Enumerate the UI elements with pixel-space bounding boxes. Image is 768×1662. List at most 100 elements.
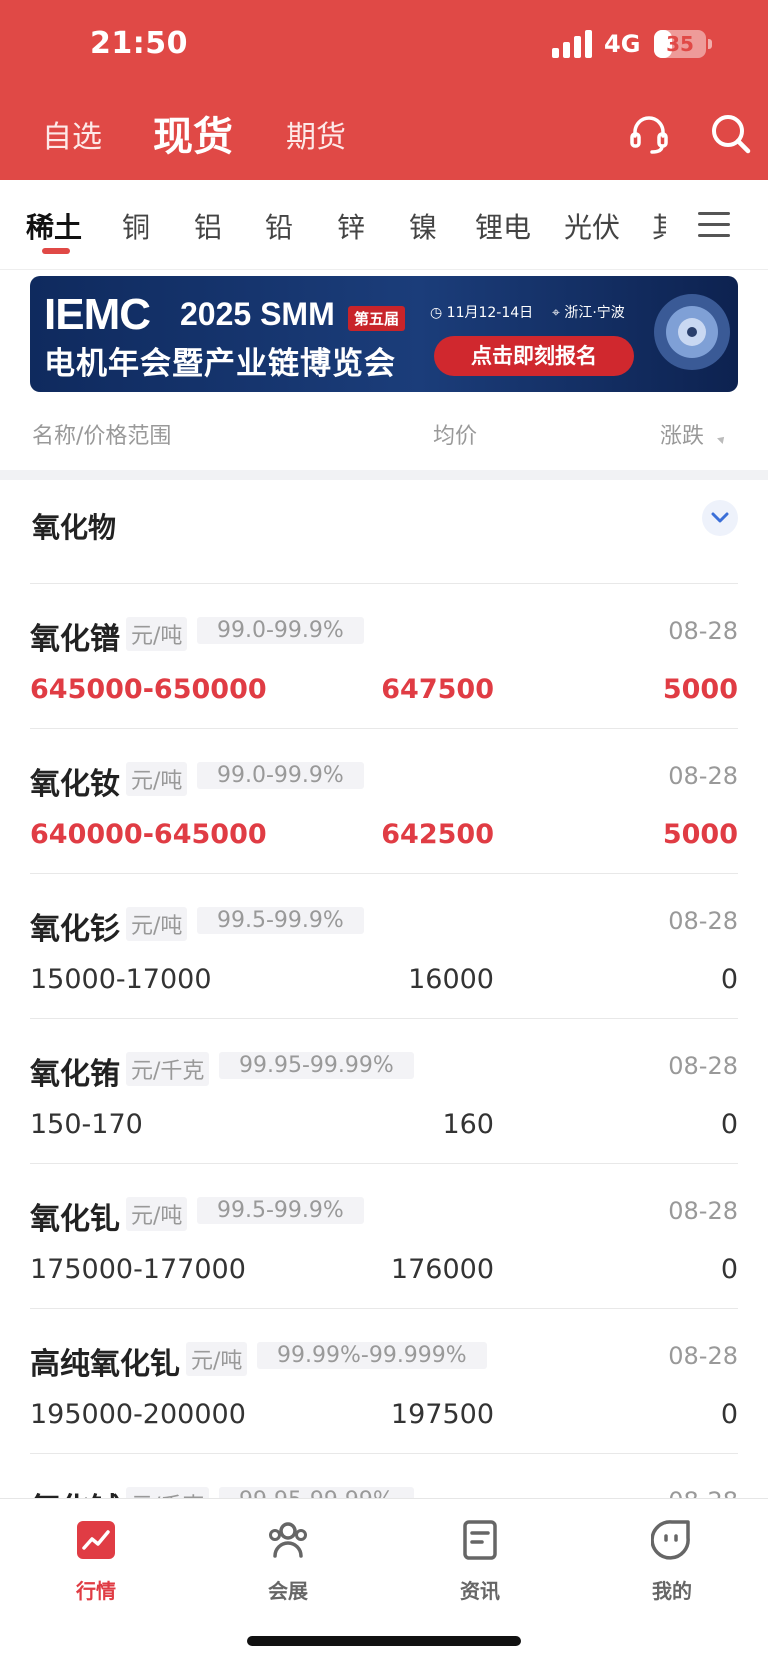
price-range: 645000-650000 <box>30 674 267 705</box>
cat-lithium[interactable]: 锂电 <box>475 206 531 246</box>
unit-badge: 元/吨 <box>126 907 188 941</box>
product-name: 氧化钕 <box>30 767 120 802</box>
price-row[interactable]: 氧化镨 元/吨 99.0-99.9% 08-28 645000-650000 6… <box>30 584 738 729</box>
price-row[interactable]: 氧化钐 元/吨 99.5-99.9% 08-28 15000-17000 160… <box>30 874 738 1019</box>
profile-chat-icon <box>650 1520 690 1560</box>
col-name-range: 名称/价格范围 <box>32 424 172 449</box>
menu-icon[interactable] <box>698 210 732 240</box>
app-header: 21:50 4G 35 自选 现货 期货 <box>0 0 768 180</box>
price-change: 0 <box>720 964 738 995</box>
nav-market-label: 行情 <box>76 1579 116 1603</box>
price-row[interactable]: 氧化钕 元/吨 99.0-99.9% 08-28 640000-645000 6… <box>30 729 738 874</box>
avg-price: 176000 <box>390 1254 494 1285</box>
cat-more-partial[interactable]: 其 <box>652 206 666 246</box>
price-date: 08-28 <box>668 617 738 645</box>
divider-band <box>0 470 768 480</box>
cat-copper[interactable]: 铜 <box>122 206 150 246</box>
spec-badge: 99.5-99.9% <box>197 1197 364 1224</box>
cat-nickel[interactable]: 镍 <box>409 206 437 246</box>
banner-date: ◷ 11月12-14日 <box>430 305 534 321</box>
customer-service-icon[interactable] <box>627 112 671 156</box>
price-change: 5000 <box>662 674 738 705</box>
banner-year: 2025 SMM <box>180 296 335 332</box>
cat-aluminum[interactable]: 铝 <box>194 206 222 246</box>
product-name: 氧化铕 <box>30 1057 120 1092</box>
status-time: 21:50 <box>90 26 188 61</box>
spec-badge: 99.0-99.9% <box>197 762 364 789</box>
sort-icon[interactable] <box>717 434 727 444</box>
spec-badge: 99.0-99.9% <box>197 617 364 644</box>
price-range: 195000-200000 <box>30 1399 246 1430</box>
price-range: 640000-645000 <box>30 819 267 850</box>
nav-market[interactable]: 行情 <box>36 1519 156 1604</box>
price-row[interactable]: 高纯氧化钆 元/吨 99.99%-99.999% 08-28 195000-20… <box>30 1309 738 1454</box>
banner-edition: 第五届 <box>348 306 406 331</box>
avg-price: 160 <box>442 1109 494 1140</box>
search-icon[interactable] <box>709 112 753 156</box>
category-tabs: 稀土 铜 铝 铅 锌 镍 锂电 光伏 其 <box>0 180 768 270</box>
price-date: 08-28 <box>668 762 738 790</box>
product-name: 氧化钆 <box>30 1202 120 1237</box>
active-cat-indicator <box>42 248 70 254</box>
collapse-button[interactable] <box>702 500 738 536</box>
col-change[interactable]: 涨跌 <box>660 418 704 450</box>
price-range: 150-170 <box>30 1109 143 1140</box>
price-date: 08-28 <box>668 907 738 935</box>
price-range: 175000-177000 <box>30 1254 246 1285</box>
section-title: 氧化物 <box>32 511 117 544</box>
unit-badge: 元/吨 <box>126 617 188 651</box>
avg-price: 642500 <box>381 819 494 850</box>
banner-cta-button[interactable]: 点击即刻报名 <box>434 336 634 376</box>
unit-badge: 元/吨 <box>126 762 188 796</box>
price-date: 08-28 <box>668 1197 738 1225</box>
col-avg: 均价 <box>433 424 478 449</box>
nav-news[interactable]: 资讯 <box>420 1519 540 1604</box>
cat-photovoltaic[interactable]: 光伏 <box>564 206 620 246</box>
unit-badge: 元/千克 <box>126 1052 210 1086</box>
tab-futures[interactable]: 期货 <box>286 112 346 156</box>
nav-news-label: 资讯 <box>460 1579 500 1603</box>
product-name: 高纯氧化钆 <box>30 1347 180 1382</box>
price-change: 0 <box>720 1254 738 1285</box>
avg-price: 647500 <box>381 674 494 705</box>
price-date: 08-28 <box>668 1052 738 1080</box>
spec-badge: 99.99%-99.999% <box>257 1342 487 1369</box>
signal-icon <box>552 30 594 58</box>
tab-watchlist[interactable]: 自选 <box>42 112 102 156</box>
market-chart-icon <box>77 1521 115 1559</box>
tab-spot[interactable]: 现货 <box>153 104 233 162</box>
chevron-down-icon <box>711 512 729 523</box>
nav-profile[interactable]: 我的 <box>612 1519 732 1604</box>
banner-logo: IEMC <box>44 290 151 339</box>
cat-zinc[interactable]: 锌 <box>337 206 365 246</box>
price-date: 08-28 <box>668 1342 738 1370</box>
spec-badge: 99.95-99.99% <box>219 1052 414 1079</box>
cat-rare-earth[interactable]: 稀土 <box>26 206 82 246</box>
home-indicator <box>247 1636 521 1646</box>
nav-exhibition-label: 会展 <box>268 1579 308 1603</box>
price-change: 5000 <box>662 819 738 850</box>
price-range: 15000-17000 <box>30 964 212 995</box>
product-name: 氧化镨 <box>30 622 120 657</box>
battery-tip <box>708 39 712 49</box>
price-change: 0 <box>720 1399 738 1430</box>
avg-price: 16000 <box>408 964 494 995</box>
nav-exhibition[interactable]: 会展 <box>228 1519 348 1604</box>
banner-title: 电机年会暨产业链博览会 <box>44 346 396 382</box>
network-label: 4G <box>604 30 641 58</box>
unit-badge: 元/吨 <box>126 1197 188 1231</box>
news-doc-icon <box>463 1520 497 1560</box>
product-name: 氧化钐 <box>30 912 120 947</box>
people-icon <box>269 1522 307 1558</box>
battery-icon: 35 <box>654 30 706 58</box>
price-change: 0 <box>720 1109 738 1140</box>
nav-profile-label: 我的 <box>652 1579 692 1603</box>
promo-banner[interactable]: IEMC 2025 SMM 第五届 ◷ 11月12-14日 ⌖ 浙江·宁波 电机… <box>30 276 738 392</box>
unit-badge: 元/吨 <box>186 1342 248 1376</box>
price-row[interactable]: 氧化铕 元/千克 99.95-99.99% 08-28 150-170 160 … <box>30 1019 738 1164</box>
motor-graphic-icon <box>654 294 730 370</box>
price-row[interactable]: 氧化钆 元/吨 99.5-99.9% 08-28 175000-177000 1… <box>30 1164 738 1309</box>
cat-lead[interactable]: 铅 <box>265 206 293 246</box>
avg-price: 197500 <box>390 1399 494 1430</box>
battery-level: 35 <box>666 32 694 56</box>
